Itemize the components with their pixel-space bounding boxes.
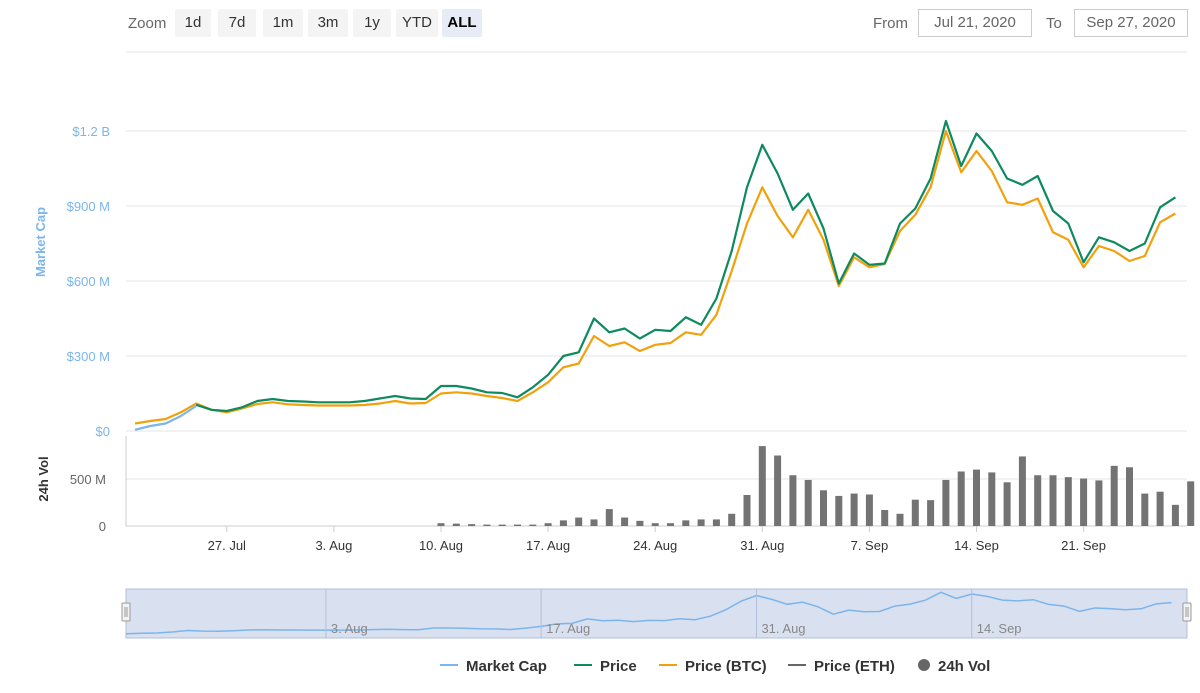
- volume-bar: [1034, 475, 1042, 526]
- volume-bar: [774, 455, 782, 526]
- volume-bar: [911, 499, 919, 526]
- y-axis-title: Market Cap: [33, 207, 48, 277]
- volume-bar: [1049, 475, 1057, 526]
- volume-bar: [743, 494, 751, 526]
- legend-price[interactable]: Price: [574, 658, 637, 675]
- x-tick-label: 17. Aug: [526, 538, 570, 553]
- volume-bar: [1171, 504, 1179, 526]
- volume-bar: [957, 471, 965, 526]
- volume-bar: [1110, 465, 1118, 526]
- x-tick-label: 31. Aug: [740, 538, 784, 553]
- volume-bar: [942, 479, 950, 526]
- legend-price-eth-label: Price (ETH): [814, 658, 895, 675]
- volume-bar: [927, 500, 935, 526]
- y-axis: $0 $300 M $600 M $900 M $1.2 B Market Cap 0 500…: [33, 124, 110, 534]
- volume-bar: [728, 513, 736, 526]
- volume-bar: [1187, 481, 1195, 526]
- x-tick-label: 7. Sep: [851, 538, 889, 553]
- volume-bar: [468, 524, 476, 526]
- legend-market-cap[interactable]: Market Cap: [440, 658, 547, 675]
- price-swatch-icon: [574, 664, 592, 667]
- navigator[interactable]: 3. Aug 17. Aug 31. Aug 14. Sep: [121, 588, 1192, 639]
- y-tick-label: $300 M: [67, 349, 110, 364]
- volume-bar: [559, 520, 567, 526]
- volume-bar: [621, 517, 629, 526]
- volume-bar: [1064, 477, 1072, 526]
- x-tick-label: 14. Sep: [954, 538, 999, 553]
- x-axis: 27. Jul 3. Aug 10. Aug 17. Aug 24. Aug 31. Au…: [208, 526, 1106, 553]
- volume-bar: [896, 513, 904, 526]
- volume-bars[interactable]: [437, 446, 1200, 526]
- y-tick-label: $0: [96, 424, 110, 439]
- price-eth-swatch-icon: [788, 664, 806, 667]
- y-tick-label: $600 M: [67, 274, 110, 289]
- legend-price-btc-label: Price (BTC): [685, 658, 767, 675]
- x-tick-label: 27. Jul: [208, 538, 246, 553]
- volume-bar: [1018, 456, 1026, 526]
- volume-bar: [1003, 482, 1011, 526]
- legend-24h-vol-label: 24h Vol: [938, 658, 991, 675]
- y-tick-label: $900 M: [67, 199, 110, 214]
- grid-lines: [125, 130, 1187, 527]
- navigator-tick-label: 17. Aug: [546, 621, 590, 636]
- volume-bar: [988, 472, 996, 526]
- volume-bar: [758, 446, 766, 526]
- x-tick-label: 10. Aug: [419, 538, 463, 553]
- x-tick-label: 21. Sep: [1061, 538, 1106, 553]
- volume-axis-title: 24h Vol: [36, 456, 51, 501]
- volume-bar: [881, 510, 889, 526]
- volume-bar: [804, 479, 812, 526]
- volume-bar: [1156, 491, 1164, 526]
- volume-bar: [850, 493, 858, 526]
- volume-bar: [1095, 480, 1103, 526]
- volume-bar: [483, 524, 491, 526]
- volume-bar: [437, 523, 445, 526]
- volume-bar: [529, 524, 537, 526]
- volume-bar: [651, 523, 659, 526]
- volume-bar: [636, 520, 644, 526]
- navigator-tick-label: 31. Aug: [761, 621, 805, 636]
- volume-dot-icon: [918, 659, 930, 672]
- volume-bar: [514, 524, 521, 526]
- volume-bar: [498, 524, 506, 526]
- volume-bar: [682, 520, 690, 526]
- legend-price-label: Price: [600, 658, 637, 675]
- price-series[interactable]: [134, 119, 1177, 431]
- legend-price-btc[interactable]: Price (BTC): [659, 658, 767, 675]
- market-cap-swatch-icon: [440, 664, 458, 667]
- volume-bar: [575, 517, 583, 526]
- volume-tick-label: 500 M: [70, 472, 106, 487]
- legend-market-cap-label: Market Cap: [466, 658, 547, 675]
- legend-price-eth[interactable]: Price (ETH): [788, 658, 895, 675]
- volume-bar: [820, 490, 827, 526]
- volume-bar: [697, 519, 705, 526]
- volume-bar: [452, 523, 460, 526]
- legend-24h-vol[interactable]: 24h Vol: [918, 658, 990, 675]
- navigator-right-handle[interactable]: [1182, 602, 1192, 622]
- volume-bar: [865, 494, 873, 526]
- volume-bar: [712, 519, 720, 526]
- navigator-left-handle[interactable]: [121, 602, 131, 622]
- volume-bar: [605, 509, 613, 526]
- price-btc-swatch-icon: [659, 664, 677, 667]
- navigator-tick-label: 3. Aug: [331, 621, 368, 636]
- market-cap-chart: $0 $300 M $600 M $900 M $1.2 B Market Cap 0 500…: [33, 51, 1200, 639]
- y-tick-label: $1.2 B: [72, 124, 110, 139]
- volume-tick-label: 0: [99, 519, 106, 534]
- volume-bar: [1126, 467, 1133, 526]
- price-btc-line: [134, 129, 1176, 425]
- volume-bar: [1141, 493, 1149, 526]
- navigator-tick-label: 14. Sep: [977, 621, 1022, 636]
- volume-bar: [590, 519, 598, 526]
- volume-bar: [789, 475, 797, 526]
- price-line: [195, 119, 1177, 413]
- x-tick-label: 3. Aug: [315, 538, 352, 553]
- volume-bar: [973, 469, 980, 526]
- volume-bar: [544, 523, 552, 526]
- volume-bar: [835, 495, 843, 526]
- x-tick-label: 24. Aug: [633, 538, 677, 553]
- volume-bar: [667, 523, 674, 526]
- volume-bar: [1080, 478, 1088, 526]
- chart-legend: Market Cap Price Price (BTC) Price (ETH)…: [0, 656, 1200, 680]
